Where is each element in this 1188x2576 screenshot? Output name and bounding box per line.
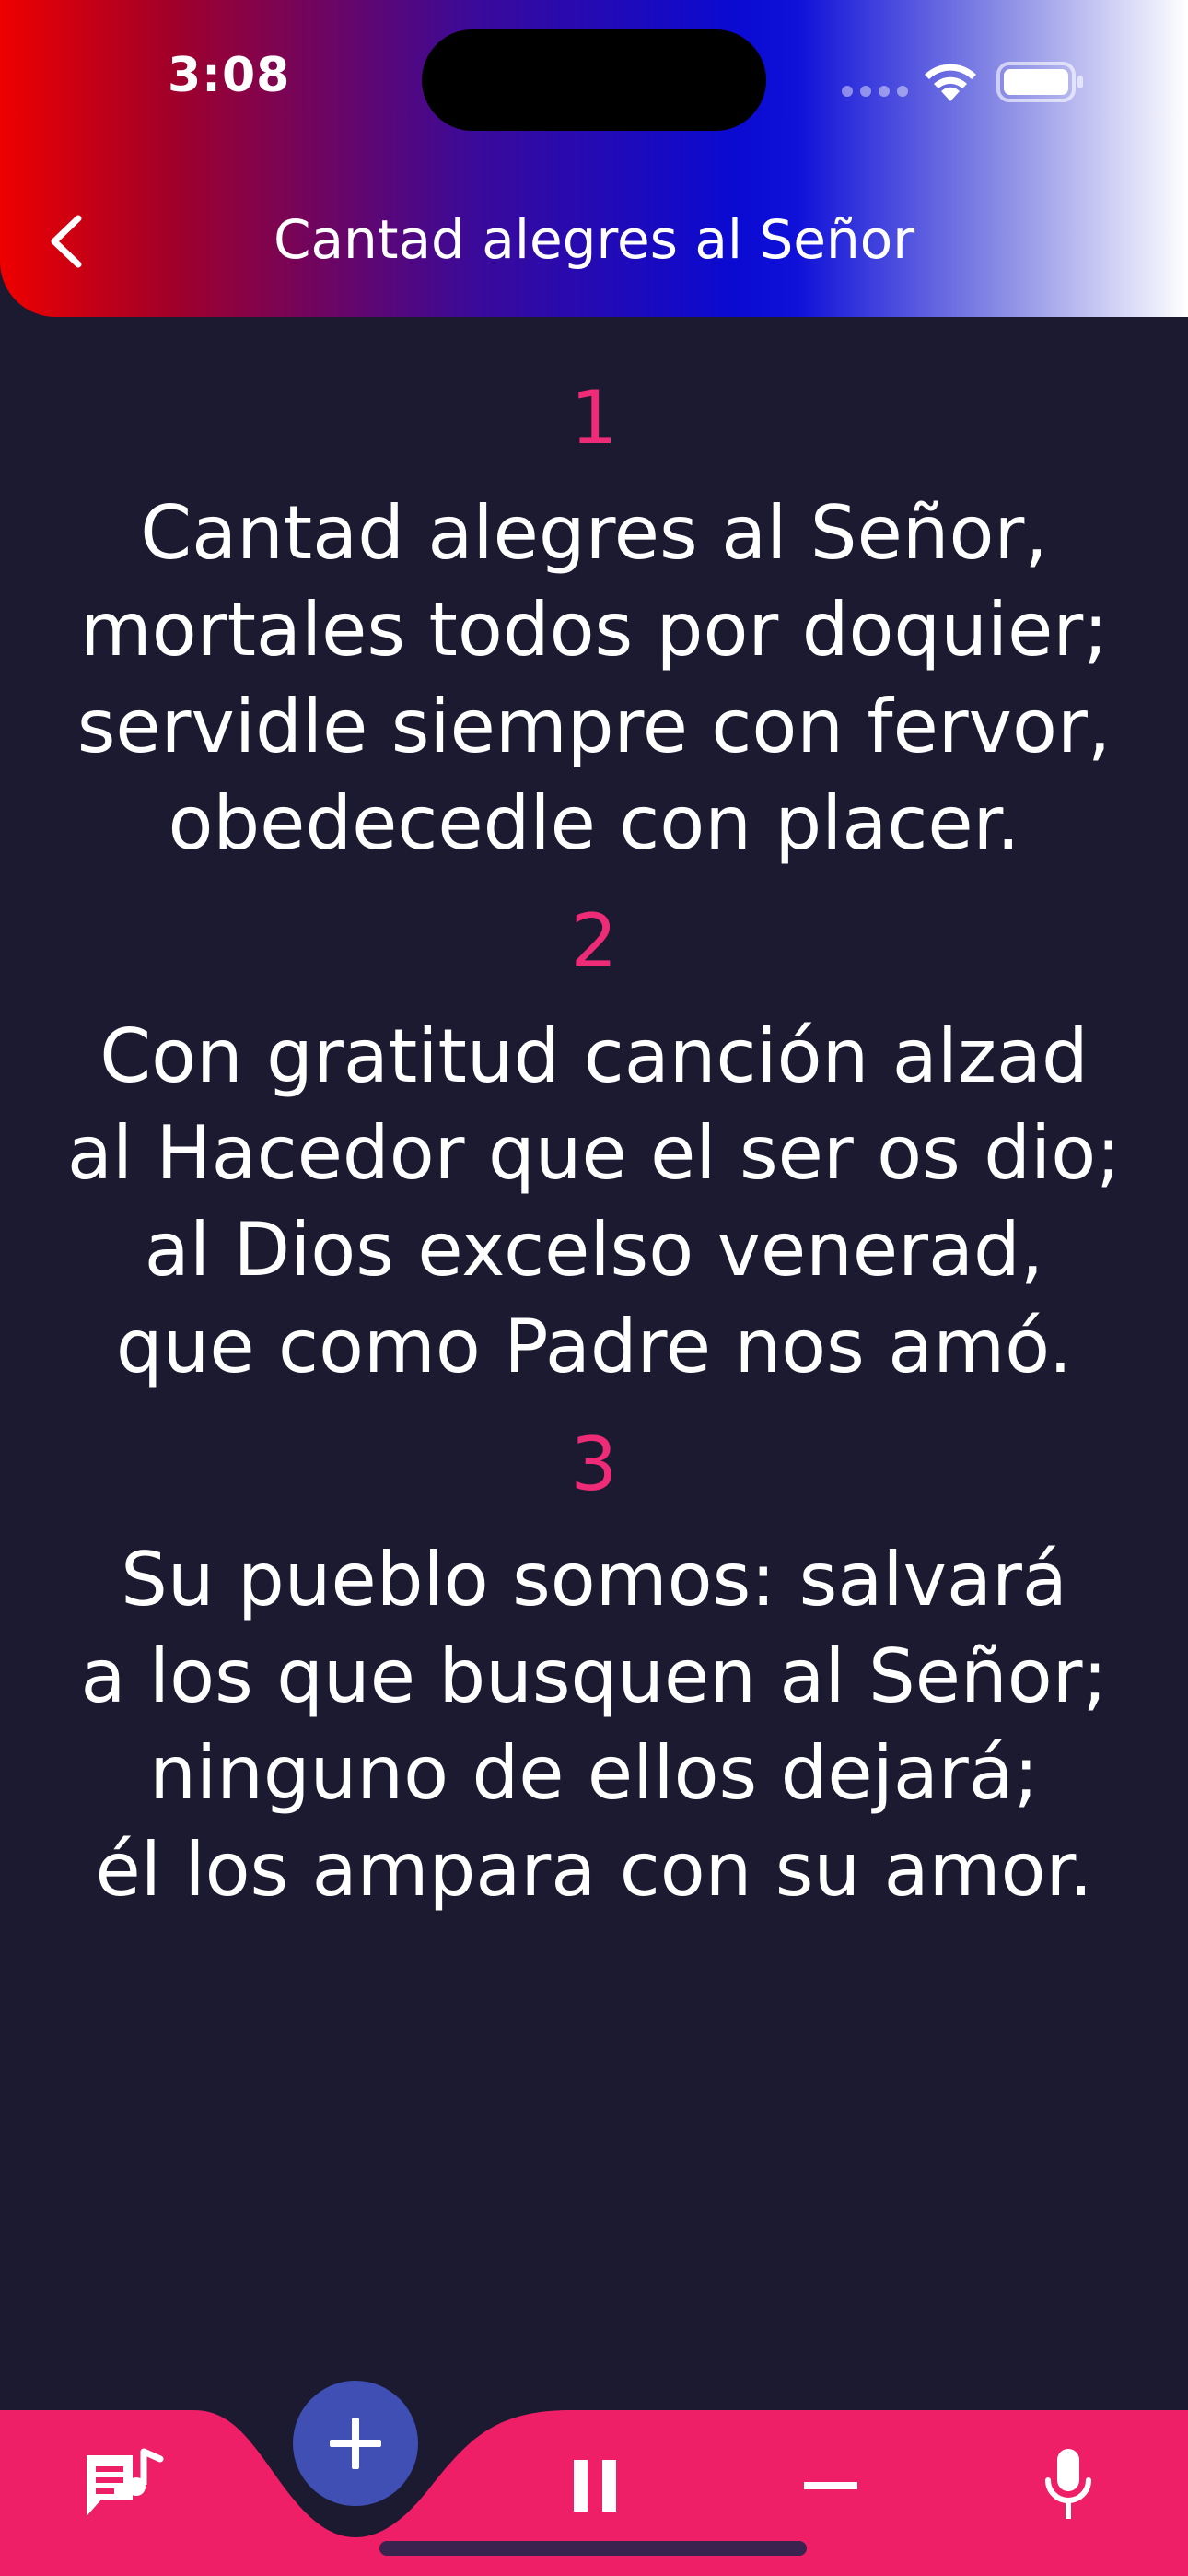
stanza-line: a los que busquen al Señor; xyxy=(80,1633,1108,1719)
stanza-number: 3 xyxy=(570,1422,618,1507)
stanza-line: Su pueblo somos: salvará xyxy=(121,1537,1067,1622)
stanza-line: Con gratitud canción alzad xyxy=(99,1013,1089,1099)
cellular-signal-icon xyxy=(842,86,908,97)
stanza-line: Cantad alegres al Señor, xyxy=(140,490,1048,576)
page-title: Cantad alegres al Señor xyxy=(273,208,915,271)
lyrics-button[interactable] xyxy=(77,2440,169,2532)
dynamic-island xyxy=(422,29,766,131)
lyrics-content: 1 Cantad alegres al Señor, mortales todo… xyxy=(0,369,1188,1918)
chevron-left-icon xyxy=(51,215,82,268)
stanza-number: 1 xyxy=(570,375,618,461)
lyrics-note-icon xyxy=(87,2448,164,2516)
stanza-number: 2 xyxy=(570,898,618,984)
battery-icon xyxy=(996,62,1083,102)
home-indicator xyxy=(379,2541,807,2556)
pause-button[interactable] xyxy=(549,2440,641,2532)
stanza: 2 Con gratitud canción alzad al Hacedor … xyxy=(0,892,1188,1395)
decrease-button[interactable] xyxy=(785,2440,877,2532)
stanza: 1 Cantad alegres al Señor, mortales todo… xyxy=(0,369,1188,872)
add-button[interactable] xyxy=(293,2381,418,2506)
stanza-line: servidle siempre con fervor, xyxy=(76,684,1112,769)
stanza-line: obedecedle con placer. xyxy=(168,780,1020,866)
plus-icon xyxy=(330,2418,381,2469)
wifi-icon xyxy=(925,64,976,101)
stanza-line: ninguno de ellos dejará; xyxy=(149,1730,1039,1816)
stanza-line: mortales todos por doquier; xyxy=(79,587,1109,673)
stanza: 3 Su pueblo somos: salvará a los que bus… xyxy=(0,1415,1188,1918)
microphone-button[interactable] xyxy=(1022,2440,1114,2532)
app-header: 3:08 Cantad alegres al Señor xyxy=(0,0,1188,317)
stanza-line: él los ampara con su amor. xyxy=(95,1827,1093,1913)
hymn-screen: 3:08 Cantad alegres al Señor 1 Cantad al… xyxy=(0,0,1188,2576)
stanza-line: que como Padre nos amó. xyxy=(115,1304,1073,1389)
microphone-icon xyxy=(1045,2449,1091,2519)
stanza-line: al Hacedor que el ser os dio; xyxy=(66,1110,1122,1196)
status-time: 3:08 xyxy=(168,48,291,103)
pause-icon xyxy=(574,2460,616,2512)
minus-icon xyxy=(804,2482,857,2489)
stanza-line: al Dios excelso venerad, xyxy=(144,1207,1044,1293)
back-button[interactable] xyxy=(33,205,98,278)
